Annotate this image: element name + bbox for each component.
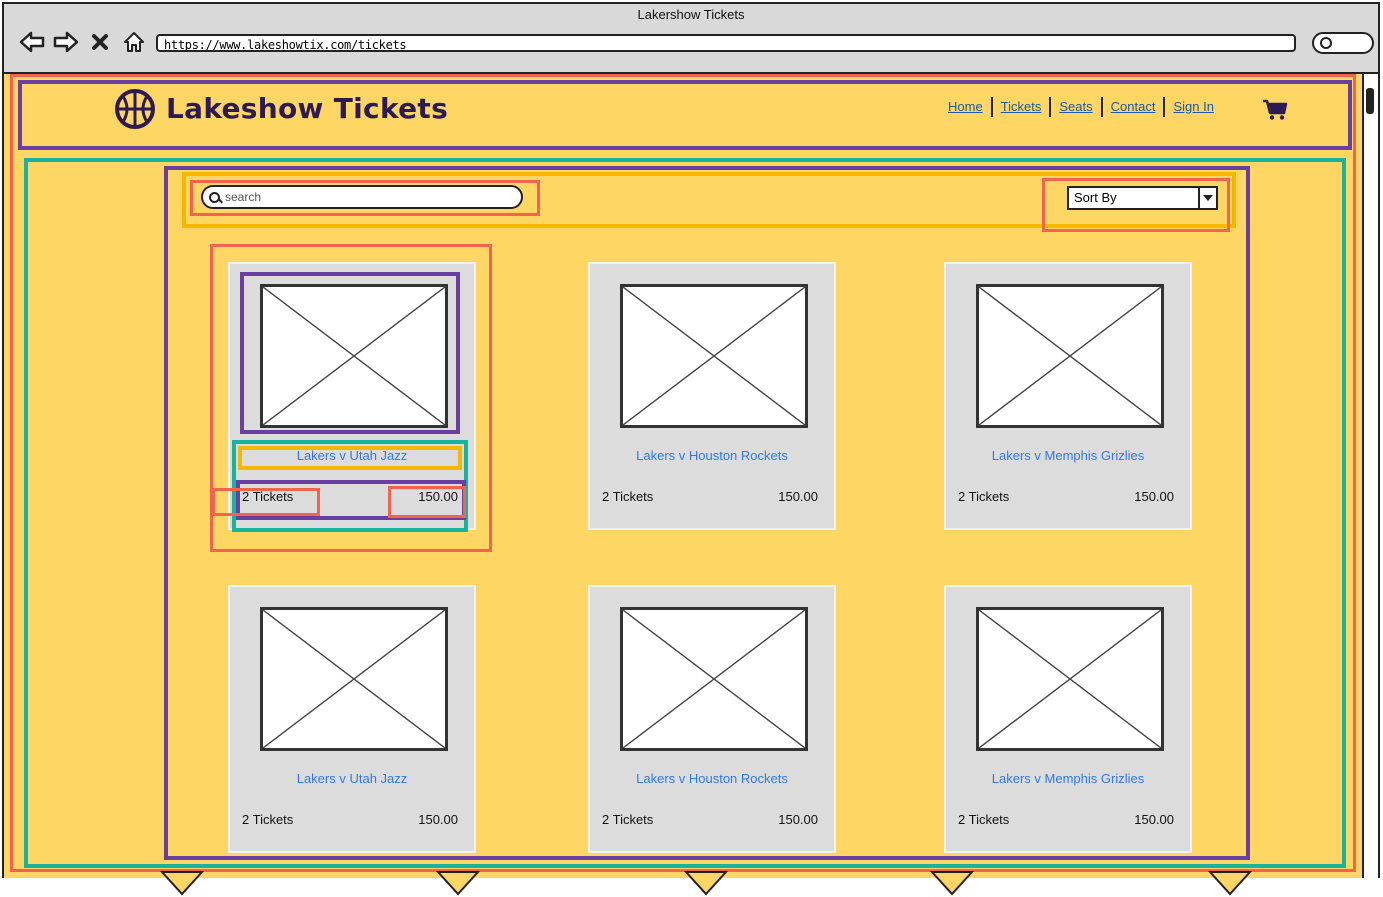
annotation-marker xyxy=(1208,871,1252,896)
search-input[interactable]: search xyxy=(201,185,523,209)
event-title[interactable]: Lakers v Memphis Grizlies xyxy=(946,448,1190,463)
nav-link-seats[interactable]: Seats xyxy=(1051,97,1100,117)
window-title: Lakershow Tickets xyxy=(637,7,745,22)
annotation-marker xyxy=(930,871,974,896)
image-placeholder xyxy=(976,607,1164,751)
main-nav: Home Tickets Seats Contact Sign In xyxy=(940,97,1222,117)
annotation-marker xyxy=(684,871,728,896)
ticket-count: 2 Tickets xyxy=(602,489,654,504)
ticket-price: 150.00 xyxy=(418,812,458,827)
forward-icon[interactable] xyxy=(52,28,80,56)
image-placeholder xyxy=(976,284,1164,428)
image-placeholder xyxy=(260,607,448,751)
event-title[interactable]: Lakers v Houston Rockets xyxy=(590,771,834,786)
nav-link-sign-in[interactable]: Sign In xyxy=(1165,97,1221,117)
back-icon[interactable] xyxy=(18,28,46,56)
search-icon xyxy=(1320,37,1332,49)
event-title[interactable]: Lakers v Utah Jazz xyxy=(230,771,474,786)
sort-label: Sort By xyxy=(1074,190,1117,205)
chevron-down-icon[interactable] xyxy=(1198,188,1216,208)
ticket-price: 150.00 xyxy=(418,489,458,504)
search-icon xyxy=(209,192,220,203)
event-card[interactable]: Lakers v Utah Jazz 2 Tickets 150.00 xyxy=(228,262,476,530)
event-title[interactable]: Lakers v Houston Rockets xyxy=(590,448,834,463)
stop-icon[interactable] xyxy=(86,28,114,56)
ticket-count: 2 Tickets xyxy=(958,812,1010,827)
scrollbar-thumb[interactable] xyxy=(1366,88,1374,114)
ticket-count: 2 Tickets xyxy=(602,812,654,827)
ticket-count: 2 Tickets xyxy=(242,489,294,504)
event-title[interactable]: Lakers v Memphis Grizlies xyxy=(946,771,1190,786)
sort-dropdown[interactable]: Sort By xyxy=(1067,186,1218,210)
search-placeholder: search xyxy=(225,190,262,204)
vertical-scrollbar[interactable] xyxy=(1362,74,1378,878)
browser-nav-buttons xyxy=(18,28,148,56)
address-bar[interactable]: https://www.lakeshowtix.com/tickets xyxy=(156,34,1296,52)
search-icon-handle xyxy=(218,198,223,204)
event-card[interactable]: Lakers v Memphis Grizlies 2 Tickets 150.… xyxy=(944,262,1192,530)
ticket-price: 150.00 xyxy=(1134,489,1174,504)
brand-name[interactable]: Lakeshow Tickets xyxy=(166,92,448,125)
nav-link-tickets[interactable]: Tickets xyxy=(993,97,1050,117)
nav-link-contact[interactable]: Contact xyxy=(1103,97,1164,117)
nav-link-home[interactable]: Home xyxy=(940,97,991,117)
home-icon[interactable] xyxy=(120,28,148,56)
ticket-price: 150.00 xyxy=(778,812,818,827)
image-placeholder xyxy=(620,284,808,428)
image-placeholder xyxy=(620,607,808,751)
ticket-price: 150.00 xyxy=(1134,812,1174,827)
shopping-cart-icon[interactable] xyxy=(1262,99,1288,121)
event-card[interactable]: Lakers v Houston Rockets 2 Tickets 150.0… xyxy=(588,585,836,853)
annotation-marker xyxy=(160,871,204,896)
image-placeholder xyxy=(260,284,448,428)
browser-search-field[interactable] xyxy=(1312,32,1374,54)
ticket-count: 2 Tickets xyxy=(242,812,294,827)
ticket-price: 150.00 xyxy=(778,489,818,504)
ticket-count: 2 Tickets xyxy=(958,489,1010,504)
event-card[interactable]: Lakers v Houston Rockets 2 Tickets 150.0… xyxy=(588,262,836,530)
annotation-marker xyxy=(436,871,480,896)
basketball-icon[interactable] xyxy=(114,88,156,130)
event-card[interactable]: Lakers v Memphis Grizlies 2 Tickets 150.… xyxy=(944,585,1192,853)
event-card[interactable]: Lakers v Utah Jazz 2 Tickets 150.00 xyxy=(228,585,476,853)
event-title[interactable]: Lakers v Utah Jazz xyxy=(230,448,474,463)
